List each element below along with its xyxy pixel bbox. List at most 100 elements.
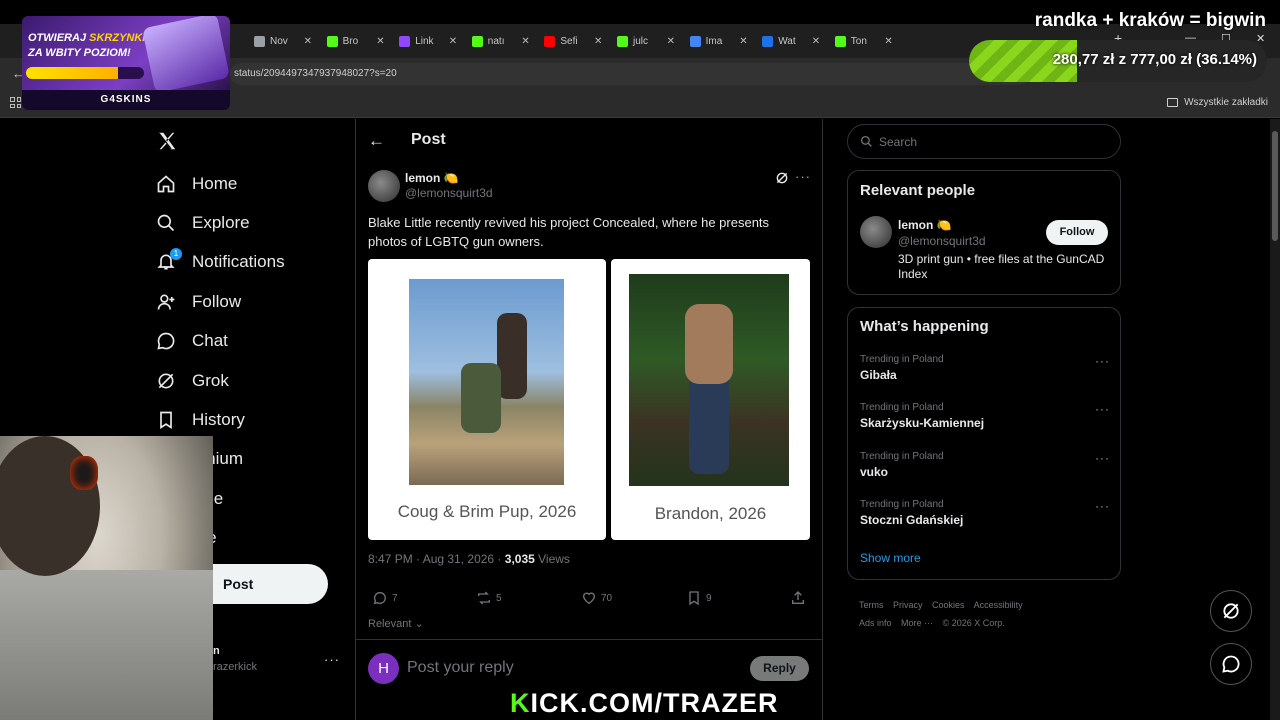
close-tab-icon[interactable]: ✕: [304, 36, 312, 47]
footer-link[interactable]: Terms: [859, 600, 884, 610]
nav-grok[interactable]: Grok: [152, 361, 342, 400]
author-avatar[interactable]: [368, 170, 400, 202]
trend-more-icon[interactable]: ···: [1095, 402, 1110, 416]
tab-favicon-icon: [326, 35, 338, 47]
browser-tab[interactable]: Nov ✕: [248, 30, 318, 52]
browser-tab[interactable]: natı ✕: [466, 30, 536, 52]
kick-rest: ICK.COM/TRAZER: [530, 688, 779, 718]
divider: [355, 639, 823, 640]
trend-item[interactable]: Trending in Poland Gibała ···: [860, 354, 1110, 382]
trend-more-icon[interactable]: ···: [1095, 451, 1110, 465]
post-more-icon[interactable]: ···: [795, 169, 811, 184]
back-arrow-icon[interactable]: ←: [368, 131, 385, 151]
relevant-people-panel: Relevant people lemon 🍋 @lemonsquirt3d 3…: [847, 170, 1121, 295]
nav-explore[interactable]: Explore: [152, 203, 342, 242]
chevron-down-icon: ⌄: [414, 618, 424, 630]
search-icon: [860, 135, 872, 147]
address-bar[interactable]: status/2094497347937948027?s=20: [230, 63, 1030, 85]
tab-label: Sefi: [560, 35, 578, 47]
x-logo-icon[interactable]: [156, 130, 178, 152]
messages-float-button[interactable]: [1210, 643, 1252, 685]
browser-tab[interactable]: Sefi ✕: [538, 30, 608, 52]
account-menu-button[interactable]: ···: [324, 652, 340, 667]
apps-grid-icon[interactable]: [10, 97, 21, 108]
browser-tab[interactable]: Ton ✕: [829, 30, 899, 52]
sort-replies-dropdown[interactable]: Relevant ⌄: [368, 617, 424, 630]
nav-label: Chat: [192, 331, 228, 351]
like-action[interactable]: 70: [581, 590, 612, 606]
trend-item[interactable]: Trending in Poland Skarżysku-Kamiennej ·…: [860, 402, 1110, 430]
tab-label: Ima: [705, 35, 723, 47]
webcam-overlay: [0, 436, 213, 720]
close-tab-icon[interactable]: ✕: [594, 36, 602, 47]
footer-links: Terms Privacy Cookies Accessibility Ads …: [859, 596, 1119, 632]
close-tab-icon[interactable]: ✕: [667, 36, 675, 47]
repost-icon: [478, 591, 490, 605]
tab-favicon-icon: [689, 35, 701, 47]
show-more-link[interactable]: Show more: [860, 551, 921, 565]
tab-favicon-icon: [399, 35, 411, 47]
browser-tab[interactable]: Wat ✕: [756, 30, 826, 52]
person-name[interactable]: lemon 🍋: [898, 218, 952, 232]
close-tab-icon[interactable]: ✕: [884, 36, 892, 47]
trend-more-icon[interactable]: ···: [1095, 499, 1110, 513]
share-icon: [792, 591, 804, 604]
grok-float-button[interactable]: [1210, 590, 1252, 632]
post-image-1[interactable]: Coug & Brim Pup, 2026: [368, 259, 606, 540]
headphones-icon: [70, 456, 98, 490]
reply-button[interactable]: Reply: [750, 656, 809, 681]
close-tab-icon[interactable]: ✕: [376, 36, 384, 47]
footer-link[interactable]: Accessibility: [974, 600, 1023, 610]
trend-name: Gibała: [860, 368, 897, 382]
footer-link[interactable]: Privacy: [893, 600, 923, 610]
reply-action[interactable]: 7: [372, 590, 398, 606]
search-input[interactable]: Search: [847, 124, 1121, 159]
bookmark-action[interactable]: 9: [686, 590, 712, 606]
sort-label: Relevant: [368, 618, 412, 630]
share-action[interactable]: [790, 590, 806, 606]
nav-label: Home: [192, 173, 238, 193]
trend-item[interactable]: Trending in Poland vuko ···: [860, 451, 1110, 479]
trend-context: Trending in Poland: [860, 499, 944, 510]
nav-notifications[interactable]: 1 Notifications: [152, 243, 342, 282]
browser-tab[interactable]: Bro ✕: [321, 30, 391, 52]
repost-count: 5: [496, 592, 502, 604]
nav-chat[interactable]: Chat: [152, 322, 342, 361]
post-image-2[interactable]: Brandon, 2026: [611, 259, 810, 540]
footer-link[interactable]: Cookies: [932, 600, 965, 610]
tab-label: Link: [415, 35, 434, 47]
browser-tab[interactable]: Ima ✕: [684, 30, 754, 52]
scrollbar[interactable]: [1270, 119, 1280, 720]
nav-history[interactable]: History: [152, 400, 342, 439]
close-tab-icon[interactable]: ✕: [521, 36, 529, 47]
page-title: Post: [411, 131, 446, 148]
footer-link[interactable]: Ads info: [859, 618, 892, 628]
browser-tab[interactable]: julc ✕: [611, 30, 681, 52]
browser-tab[interactable]: Link ✕: [393, 30, 463, 52]
author-handle[interactable]: @lemonsquirt3d: [405, 186, 493, 200]
trend-more-icon[interactable]: ···: [1095, 354, 1110, 368]
url-text: status/2094497347937948027?s=20: [234, 68, 397, 79]
repost-action[interactable]: 5: [476, 590, 502, 606]
post-timestamp[interactable]: 8:47 PM · Aug 31, 2026 ·: [368, 552, 505, 566]
follow-button[interactable]: Follow: [1046, 220, 1108, 245]
image-caption: Coug & Brim Pup, 2026: [397, 502, 577, 521]
author-name[interactable]: lemon 🍋: [405, 171, 459, 185]
close-tab-icon[interactable]: ✕: [739, 36, 747, 47]
nav-home[interactable]: Home: [152, 164, 342, 203]
close-tab-icon[interactable]: ✕: [449, 36, 457, 47]
footer-link[interactable]: More ···: [901, 618, 933, 628]
nav-label: Grok: [192, 370, 229, 390]
avatar[interactable]: [860, 216, 892, 248]
close-tab-icon[interactable]: ✕: [812, 36, 820, 47]
bookmark-icon: [160, 411, 172, 430]
image-caption: Brandon, 2026: [654, 504, 767, 523]
grok-explain-icon[interactable]: [775, 171, 789, 185]
reply-input[interactable]: Post your reply: [407, 659, 514, 677]
scrollbar-thumb[interactable]: [1272, 131, 1278, 241]
all-bookmarks[interactable]: Wszystkie zakładki: [1167, 97, 1268, 108]
nav-label: Explore: [192, 213, 250, 233]
chest-icon: [141, 16, 230, 94]
trend-item[interactable]: Trending in Poland Stoczni Gdańskiej ···: [860, 499, 1110, 527]
nav-follow[interactable]: Follow: [152, 282, 342, 321]
